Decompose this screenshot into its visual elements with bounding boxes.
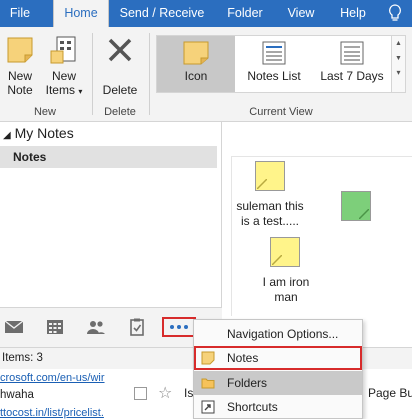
view-notes-list-option[interactable]: Notes List (235, 36, 313, 92)
last-7-days-icon (340, 41, 364, 65)
sticky-note-icon (255, 161, 285, 191)
notes-view: suleman this is a test..... I am iron ma… (231, 156, 412, 316)
group-label-current-view: Current View (249, 106, 313, 118)
collapse-chevron-icon: ◢ (3, 130, 11, 141)
new-note-label-2: Note (7, 83, 33, 97)
new-items-button[interactable]: New Items ▾ (42, 31, 86, 103)
star-icon[interactable]: ☆ (158, 383, 172, 403)
menu-item-shortcuts-label: Shortcuts (227, 400, 278, 414)
tab-view[interactable]: View (280, 0, 322, 27)
ribbon-tab-bar: File Home Send / Receive Folder View Hel… (0, 0, 412, 27)
folder-item-notes[interactable]: Notes (0, 146, 217, 168)
more-dots-icon (170, 325, 188, 329)
calendar-icon[interactable] (45, 318, 65, 336)
folder-pane: ◢ My Notes Notes (0, 122, 222, 307)
sticky-note-icon (7, 37, 33, 63)
new-note-button[interactable]: New Note (2, 31, 38, 103)
tab-send-receive[interactable]: Send / Receive (114, 0, 210, 27)
scroll-up-icon[interactable]: ▲ (392, 40, 405, 47)
navigation-context-menu: Navigation Options... Notes Folders Shor… (193, 319, 363, 419)
group-label-delete: Delete (104, 106, 136, 118)
note-fold-icon (257, 179, 267, 189)
background-link-1[interactable]: crosoft.com/en-us/wir (0, 372, 105, 384)
view-notes-list-label: Notes List (247, 69, 301, 83)
note-text-line-2: is a test..... (240, 214, 300, 228)
sticky-note-icon (270, 237, 300, 267)
delete-label: Delete (102, 83, 138, 97)
view-last7-option[interactable]: Last 7 Days (313, 36, 391, 92)
view-icon-option[interactable]: Icon (157, 36, 235, 92)
ribbon: New Note New Items ▾ New Delete Delete I… (0, 27, 412, 122)
people-icon[interactable] (86, 318, 106, 336)
menu-item-folders[interactable]: Folders (194, 371, 362, 395)
outlook-notes-window: File Home Send / Receive Folder View Hel… (0, 0, 412, 419)
background-row-text-page: Page Bu (368, 386, 412, 400)
background-row-text-is: Is (184, 386, 194, 400)
menu-item-folders-label: Folders (227, 376, 268, 390)
menu-item-notes[interactable]: Notes (194, 346, 362, 370)
delete-button[interactable]: Delete (98, 31, 142, 103)
folder-icon (201, 378, 215, 389)
gallery-scrollbar[interactable]: ▲ ▼ ▾ (391, 36, 405, 92)
menu-item-navigation-options[interactable]: Navigation Options... (194, 322, 362, 346)
notes-list-icon (262, 41, 286, 65)
my-notes-header[interactable]: ◢ My Notes (3, 125, 74, 141)
gallery-expand-icon[interactable]: ▾ (392, 68, 405, 77)
note-item[interactable]: I am iron man (248, 237, 324, 307)
menu-item-notes-label: Notes (227, 351, 259, 365)
view-icon-label: Icon (184, 69, 208, 83)
tab-file[interactable]: File (0, 0, 40, 27)
row-checkbox[interactable] (134, 387, 147, 400)
new-items-label-1: New (51, 69, 76, 83)
menu-item-shortcuts[interactable]: Shortcuts (194, 395, 362, 419)
tab-home[interactable]: Home (53, 0, 109, 27)
note-fold-icon (359, 209, 369, 219)
folder-item-notes-label: Notes (13, 150, 47, 164)
scroll-down-icon[interactable]: ▼ (392, 55, 405, 62)
notes-icon (201, 351, 215, 365)
note-text-line-1: suleman this (236, 199, 304, 213)
ribbon-separator (92, 33, 93, 115)
tab-help[interactable]: Help (333, 0, 373, 27)
new-items-label-2: Items ▾ (42, 83, 86, 99)
icon-view-icon (183, 41, 209, 65)
note-fold-icon (272, 255, 282, 265)
chevron-down-icon: ▾ (78, 87, 83, 96)
tab-folder[interactable]: Folder (220, 0, 270, 27)
note-text-line-1: I am iron (262, 275, 310, 289)
tasks-icon[interactable] (127, 318, 147, 336)
menu-item-navigation-options-label: Navigation Options... (227, 327, 339, 341)
background-text-1: hwaha (0, 389, 34, 401)
sticky-note-green-icon (341, 191, 371, 221)
more-apps-button[interactable] (162, 317, 196, 337)
new-items-label-2-text: Items (45, 83, 75, 97)
delete-x-icon (108, 38, 132, 62)
ribbon-separator (149, 33, 150, 115)
note-text-line-2: man (274, 290, 298, 304)
new-note-label-1: New (7, 69, 32, 83)
items-count: Items: 3 (2, 352, 43, 364)
mail-icon[interactable] (4, 318, 24, 336)
current-view-gallery: Icon Notes List Last 7 Days ▲ ▼ ▾ (156, 35, 406, 93)
view-last7-label: Last 7 Days (320, 69, 384, 83)
note-item[interactable]: suleman this is a test..... (232, 161, 308, 231)
background-link-2[interactable]: ttocost.in/list/pricelist. (0, 407, 104, 419)
group-label-new: New (33, 106, 56, 118)
lightbulb-icon[interactable] (388, 4, 402, 23)
navigation-bar (0, 307, 222, 347)
new-items-icon (50, 36, 76, 64)
note-item[interactable] (340, 191, 372, 223)
my-notes-label: My Notes (14, 125, 74, 141)
shortcut-icon (201, 400, 215, 414)
